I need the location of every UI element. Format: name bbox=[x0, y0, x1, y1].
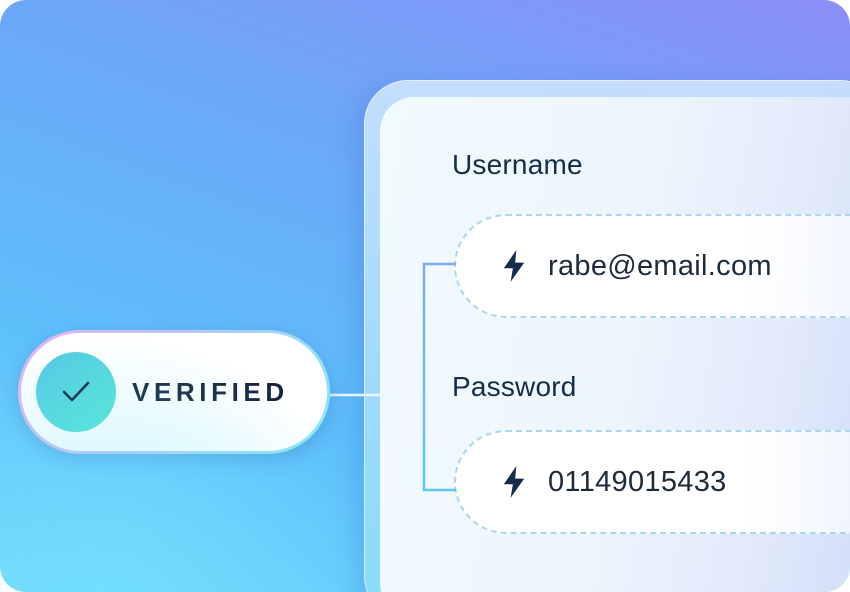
login-card: Username rabe@email.com Password 0114901… bbox=[380, 97, 850, 592]
verified-label: VERIFIED bbox=[132, 376, 289, 407]
password-field[interactable]: 01149015433 bbox=[454, 430, 850, 534]
password-label: Password bbox=[452, 371, 577, 402]
login-illustration: Username rabe@email.com Password 0114901… bbox=[0, 0, 850, 592]
lightning-bolt-icon bbox=[503, 466, 525, 498]
lightning-bolt-icon bbox=[503, 250, 525, 282]
password-value: 01149015433 bbox=[548, 465, 727, 498]
username-label: Username bbox=[452, 149, 583, 180]
username-value: rabe@email.com bbox=[548, 249, 772, 282]
checkmark-icon bbox=[36, 352, 116, 432]
username-field[interactable]: rabe@email.com bbox=[454, 214, 850, 318]
verified-badge: VERIFIED bbox=[18, 330, 330, 454]
